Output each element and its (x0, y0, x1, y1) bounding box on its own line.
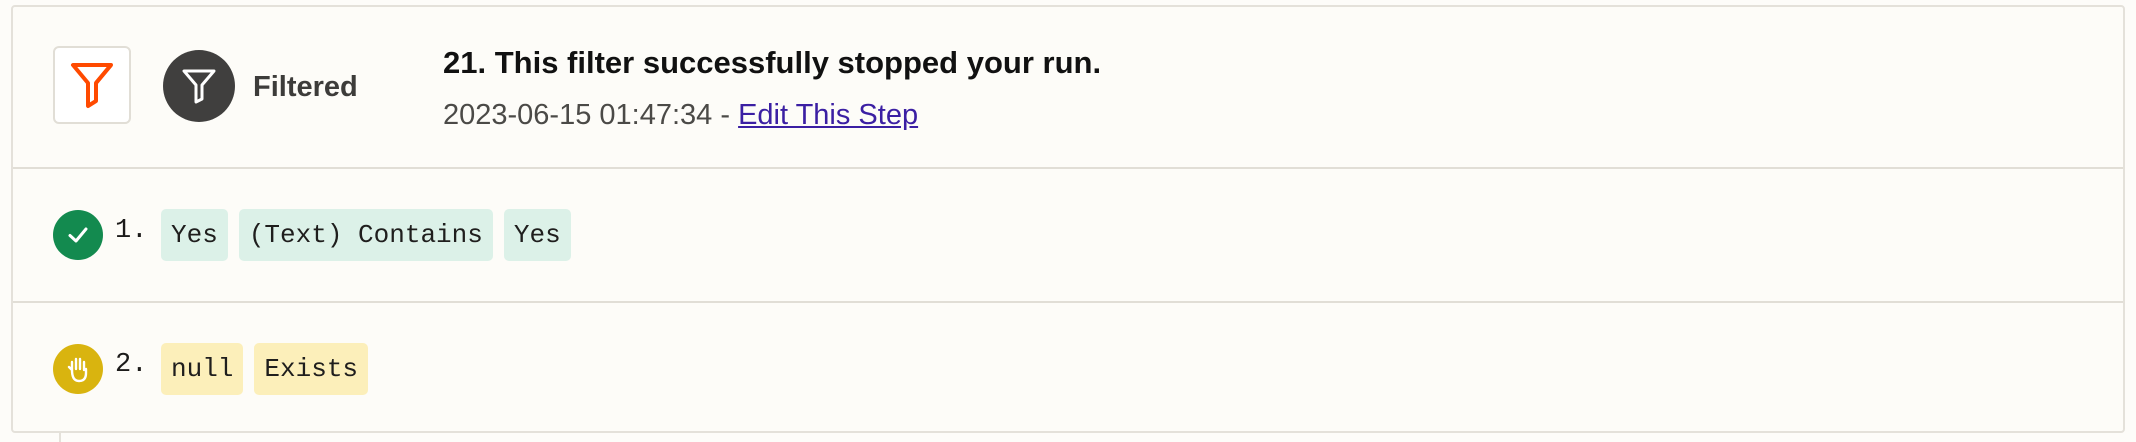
step-meta: 2023-06-15 01:47:34 - Edit This Step (443, 99, 918, 132)
filter-funnel-icon (71, 63, 113, 108)
condition-field-chip: null (161, 343, 244, 395)
filter-step-card: Filtered 21. This filter successfully st… (11, 5, 2125, 433)
step-header: Filtered 21. This filter successfully st… (13, 7, 2123, 169)
filtered-status-icon (163, 50, 235, 122)
check-icon (53, 210, 103, 260)
filter-funnel-icon (182, 69, 216, 104)
edit-step-link[interactable]: Edit This Step (738, 99, 918, 131)
condition-row: 1. Yes (Text) Contains Yes (13, 169, 2123, 303)
step-title: 21. This filter successfully stopped you… (443, 45, 1102, 80)
condition-number: 1. (115, 216, 148, 246)
condition-operator-chip: Exists (254, 343, 369, 395)
status-label: Filtered (253, 71, 358, 103)
step-timestamp: 2023-06-15 01:47:34 (443, 99, 713, 131)
condition-chips: Yes (Text) Contains Yes (161, 209, 571, 261)
condition-field-chip: Yes (161, 209, 228, 261)
condition-chips: null Exists (161, 343, 369, 395)
condition-number: 2. (115, 350, 148, 380)
condition-operator-chip: (Text) Contains (238, 209, 493, 261)
condition-value-chip: Yes (503, 209, 571, 261)
condition-row: 2. null Exists (13, 303, 2123, 435)
stop-hand-icon (53, 344, 103, 394)
app-icon-box (53, 46, 131, 124)
meta-separator: - (712, 99, 739, 131)
